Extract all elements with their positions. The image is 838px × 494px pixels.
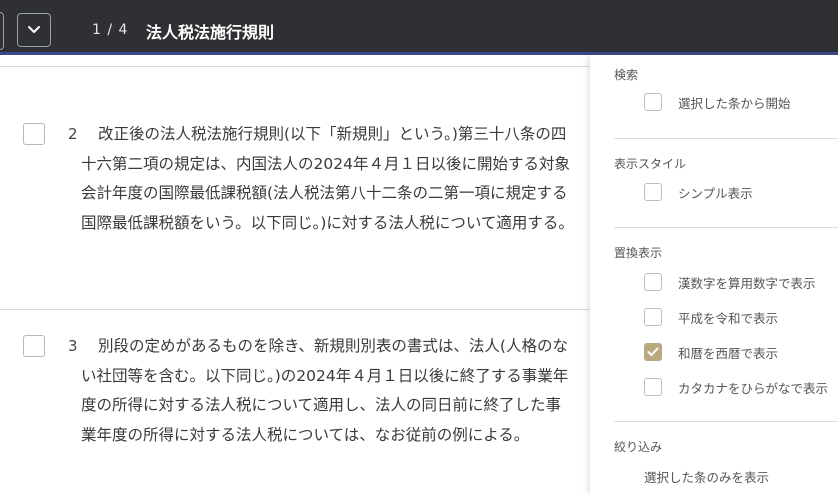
option-label: 漢数字を算用数字で表示: [678, 275, 816, 291]
divider: [0, 309, 590, 310]
top-bar: 1 / 4 法人税法施行規則: [0, 0, 838, 55]
paragraph-text: 改正後の法人税法施行規則(以下「新規則」という。)第三十八条の四 十六第二項の規…: [81, 120, 587, 238]
divider: [614, 421, 838, 422]
paragraph-number: 2: [68, 125, 78, 143]
checkbox[interactable]: [644, 183, 662, 201]
option-label: カタカナをひらがなで表示: [678, 380, 829, 396]
option-label: 平成を令和で表示: [678, 310, 779, 326]
section-label-display-style: 表示スタイル: [614, 157, 687, 171]
paragraph-text: 別段の定めがあるものを除き、新規則別表の書式は、法人(人格のな い社団等を含む。…: [81, 332, 587, 450]
checkbox[interactable]: [644, 93, 662, 111]
document-title: 法人税法施行規則: [146, 23, 275, 42]
option-start-from-selected[interactable]: 選択した条から開始: [644, 92, 791, 112]
divider: [614, 138, 838, 139]
option-kanji-numerals[interactable]: 漢数字を算用数字で表示: [644, 272, 816, 292]
page-indicator: 1 / 4: [92, 22, 129, 38]
document-body: 2 改正後の法人税法施行規則(以下「新規則」という。)第三十八条の四 十六第二項…: [0, 55, 590, 494]
text-line: 別段の定めがあるものを除き、新規則別表の書式は、法人(人格のな: [98, 337, 568, 355]
divider: [614, 227, 838, 228]
option-simple-display[interactable]: シンプル表示: [644, 182, 753, 202]
paragraph-checkbox[interactable]: [23, 123, 45, 145]
checkmark-icon: [647, 347, 659, 356]
options-panel: 検索 選択した条から開始 表示スタイル シンプル表示 置換表示 漢数字を算用数字…: [590, 55, 838, 494]
text-line: 改正後の法人税法施行規則(以下「新規則」という。)第三十八条の四: [98, 125, 567, 143]
text-line: 度の所得に対する法人税について適用し、法人の同日前に終了した事: [81, 396, 562, 414]
checkbox-checked[interactable]: [644, 343, 662, 361]
checkbox[interactable]: [644, 308, 662, 326]
option-label: 選択した条から開始: [678, 95, 791, 111]
section-label-replace: 置換表示: [614, 246, 663, 260]
text-line: 国際最低課税額をいう。以下同じ。)に対する法人税について適用する。: [81, 213, 574, 232]
paragraph-checkbox[interactable]: [23, 335, 45, 357]
previous-button[interactable]: [0, 12, 4, 50]
text-line: 会計年度の国際最低課税額(法人税法第八十二条の二第一項に規定する: [81, 184, 568, 202]
option-heisei-to-reiwa[interactable]: 平成を令和で表示: [644, 307, 778, 327]
divider: [0, 66, 590, 67]
filter-selected-only[interactable]: 選択した条のみを表示: [644, 467, 769, 486]
dropdown-button[interactable]: [17, 13, 51, 47]
section-label-filter: 絞り込み: [614, 440, 663, 454]
option-era-to-western[interactable]: 和暦を西暦で表示: [644, 342, 778, 362]
option-label: シンプル表示: [678, 185, 753, 201]
text-line: 十六第二項の規定は、内国法人の2024年４月１日以後に開始する対象: [81, 154, 570, 173]
paragraph-number: 3: [68, 337, 78, 355]
option-katakana-to-hiragana[interactable]: カタカナをひらがなで表示: [644, 377, 828, 397]
checkbox[interactable]: [644, 273, 662, 291]
chevron-down-icon: [28, 26, 40, 33]
checkbox[interactable]: [644, 378, 662, 396]
option-label: 和暦を西暦で表示: [678, 345, 779, 361]
text-line: い社団等を含む。以下同じ。)の2024年４月１日以後に終了する事業年: [81, 366, 569, 385]
section-label-search: 検索: [614, 68, 639, 82]
text-line: 業年度の所得に対する法人税については、なお従前の例による。: [81, 425, 530, 444]
